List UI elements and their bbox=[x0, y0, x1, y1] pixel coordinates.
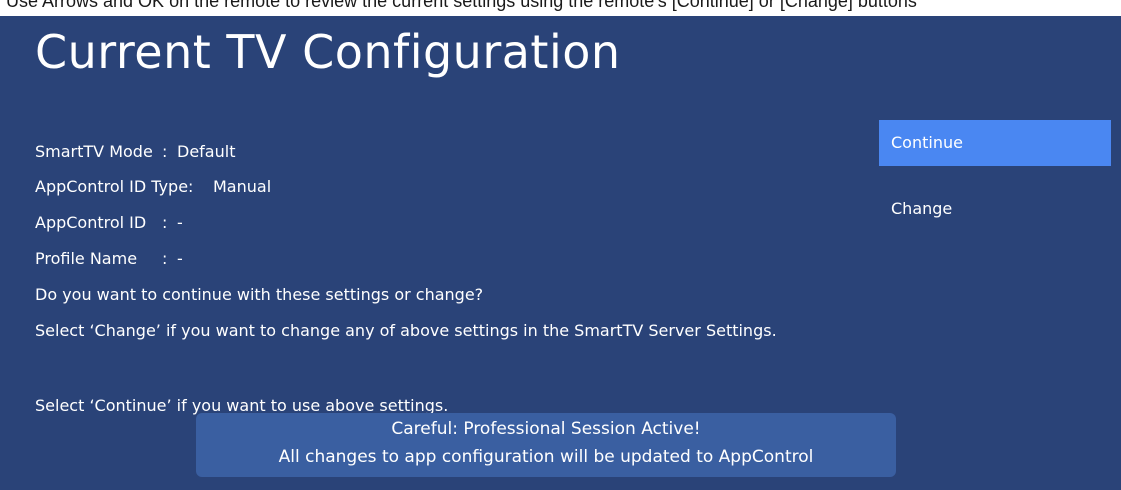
action-menu: Continue Change bbox=[879, 120, 1111, 232]
session-warning-toast: Careful: Professional Session Active! Al… bbox=[196, 413, 896, 477]
setting-separator: : bbox=[162, 213, 168, 232]
change-button[interactable]: Change bbox=[879, 186, 1111, 232]
setting-label: Profile Name bbox=[35, 249, 138, 268]
toast-message: All changes to app configuration will be… bbox=[278, 447, 814, 467]
setting-row-appcontrol-id-type: AppControl ID Type: Manual bbox=[35, 177, 271, 196]
setting-value: Manual bbox=[213, 177, 272, 196]
prompt-question: Do you want to continue with these setti… bbox=[35, 285, 484, 304]
instruction-banner-text: Use Arrows and OK on the remote to revie… bbox=[6, 0, 917, 11]
setting-row-appcontrol-id: AppControl ID: - bbox=[35, 213, 183, 232]
setting-label: AppControl ID Type: bbox=[35, 177, 194, 196]
setting-value: - bbox=[177, 249, 183, 268]
setting-row-smarttv-mode: SmartTV Mode: Default bbox=[35, 142, 235, 161]
setting-separator: : bbox=[162, 142, 168, 161]
setting-separator: : bbox=[162, 249, 168, 268]
continue-button[interactable]: Continue bbox=[879, 120, 1111, 166]
toast-title: Careful: Professional Session Active! bbox=[391, 419, 701, 439]
prompt-change-hint: Select ‘Change’ if you want to change an… bbox=[35, 321, 777, 340]
page-title: Current TV Configuration bbox=[35, 25, 621, 79]
setting-value: Default bbox=[177, 142, 236, 161]
setting-row-profile-name: Profile Name: - bbox=[35, 249, 183, 268]
setting-value: - bbox=[177, 213, 183, 232]
setting-label: SmartTV Mode bbox=[35, 142, 153, 161]
tv-screen: Current TV Configuration SmartTV Mode: De… bbox=[0, 16, 1121, 490]
setting-label: AppControl ID bbox=[35, 213, 147, 232]
instruction-banner: Use Arrows and OK on the remote to revie… bbox=[0, 0, 1121, 16]
